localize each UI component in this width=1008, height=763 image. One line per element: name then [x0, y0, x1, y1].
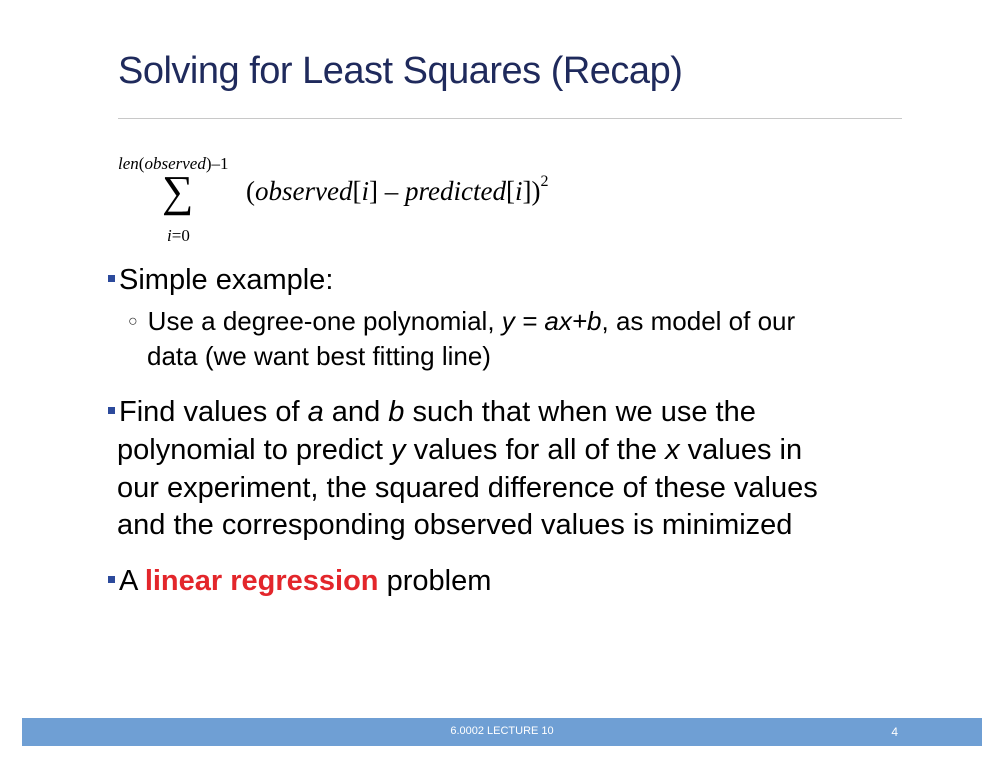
line2-text-a: polynomial to predict	[117, 434, 392, 466]
sigma-symbol: ∑	[162, 167, 194, 216]
bullet-text-e: such that when we use the	[404, 396, 756, 428]
highlighted-term: linear regression	[144, 565, 379, 597]
bullet-text-a: A	[119, 565, 145, 597]
line2-var-y: y	[391, 434, 406, 466]
page-number: 4	[891, 725, 898, 739]
bullet-text-c: and	[323, 396, 389, 428]
bullet-text-a: Find values of	[119, 396, 308, 428]
line2-text-e: values in	[679, 434, 803, 466]
sum-of-squares-formula: len(observed)–1 ∑ i=0 (observed[i] – pre…	[118, 150, 678, 250]
bullet-find-values-line2: polynomial to predict y values for all o…	[117, 434, 802, 467]
title-divider	[118, 118, 902, 119]
bullet-simple-example: Simple example:	[108, 264, 333, 297]
expr-open-paren: (	[246, 176, 255, 206]
bullet-square-icon	[108, 575, 115, 583]
expr-close: ])	[522, 176, 541, 206]
expr-index-i: i	[361, 176, 369, 206]
circle-bullet-icon: ○	[128, 313, 138, 330]
sub-bullet-text-c: , as model of our	[601, 306, 796, 336]
expr-exponent: 2	[540, 173, 549, 190]
bullet-find-values-line3: our experiment, the squared difference o…	[117, 472, 818, 504]
sub-bullet-degree-one: ○ Use a degree-one polynomial, y = ax+b, …	[128, 306, 795, 337]
bullet-square-icon	[108, 406, 115, 414]
bullet-linear-regression: A linear regression problem	[108, 565, 491, 598]
expr-observed: observed	[255, 176, 353, 206]
bullet-text-c: problem	[378, 565, 492, 597]
footer-bar: 6.0002 LECTURE 10 4	[22, 718, 982, 746]
lower-limit-value: =0	[171, 226, 190, 245]
bullet-var-b: b	[388, 396, 405, 428]
sum-lower-limit: i=0	[167, 226, 190, 246]
line2-var-x: x	[665, 434, 680, 466]
footer-lecture-label: 6.0002 LECTURE 10	[450, 725, 554, 737]
squared-difference-expression: (observed[i] – predicted[i])2	[246, 173, 549, 207]
sub-bullet-degree-one-line2: data (we want best fitting line)	[147, 341, 491, 371]
sub-bullet-text-a: Use a degree-one polynomial,	[147, 306, 502, 336]
sub-bullet-equation: y = ax+b	[501, 306, 602, 336]
bullet-find-values-line4: and the corresponding observed values is…	[117, 509, 793, 541]
upper-limit-len: len	[118, 154, 139, 173]
bullet-text: Simple example:	[119, 264, 334, 296]
bullet-find-values: Find values of a and b such that when we…	[108, 396, 756, 429]
bullet-square-icon	[108, 274, 115, 282]
upper-limit-minus-one: )–1	[205, 154, 229, 173]
line2-text-c: values for all of the	[405, 434, 666, 466]
expr-bracket-open-2: [	[505, 176, 515, 206]
bullet-var-a: a	[307, 396, 324, 428]
expr-predicted: predicted	[404, 176, 506, 206]
slide-title: Solving for Least Squares (Recap)	[118, 50, 683, 92]
expr-minus: ] –	[368, 176, 405, 206]
